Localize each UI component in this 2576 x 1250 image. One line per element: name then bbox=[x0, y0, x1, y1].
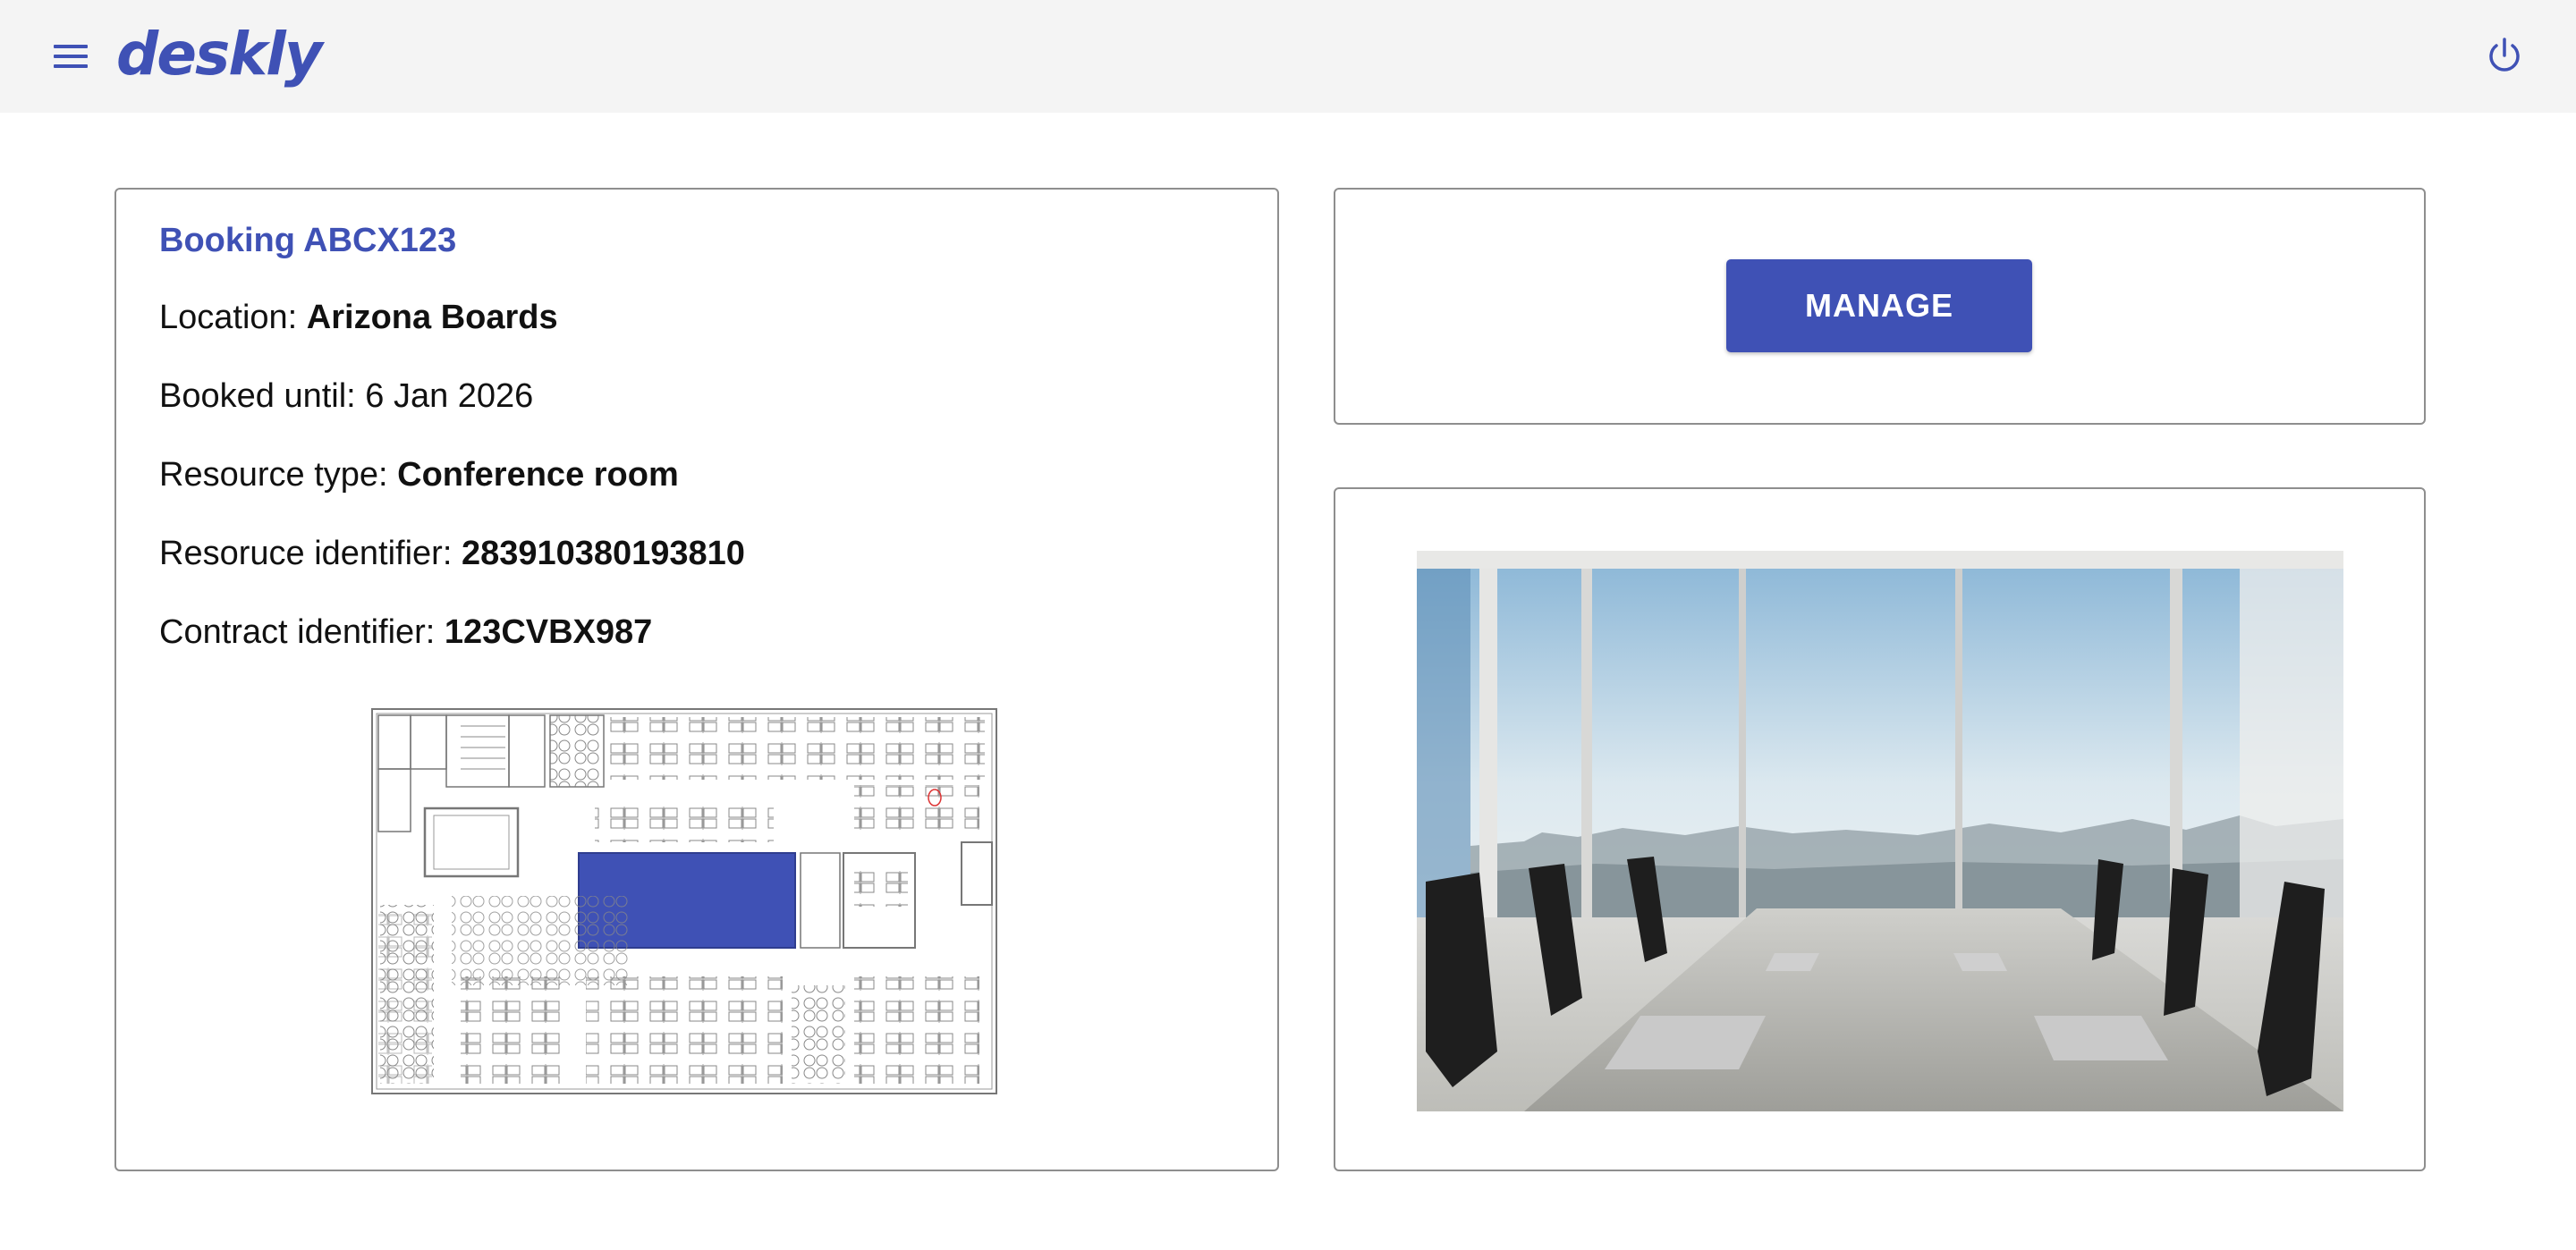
booking-details-card: Booking ABCX123 Location: Arizona Boards… bbox=[114, 188, 1279, 1171]
booked-until-row: Booked until: 6 Jan 2026 bbox=[159, 377, 533, 416]
floor-plan bbox=[371, 708, 997, 1094]
app-logo: deskly bbox=[116, 20, 323, 89]
resource-type-label: Resource type: bbox=[159, 456, 398, 494]
actions-card: MANAGE bbox=[1334, 188, 2426, 425]
conference-room-photo bbox=[1417, 551, 2343, 1111]
resource-type-row: Resource type: Conference room bbox=[159, 456, 679, 494]
contract-identifier-value: 123CVBX987 bbox=[444, 613, 653, 651]
resource-type-value: Conference room bbox=[397, 456, 679, 494]
app-header: deskly bbox=[0, 0, 2576, 113]
contract-identifier-label: Contract identifier: bbox=[159, 613, 445, 651]
contract-identifier-row: Contract identifier: 123CVBX987 bbox=[159, 613, 652, 652]
booked-until-label: Booked until: bbox=[159, 377, 366, 415]
resource-identifier-label: Resoruce identifier: bbox=[159, 535, 462, 572]
location-label: Location: bbox=[159, 299, 307, 336]
power-icon[interactable] bbox=[2483, 34, 2526, 77]
booking-title: Booking ABCX123 bbox=[159, 222, 457, 259]
location-value: Arizona Boards bbox=[306, 299, 558, 336]
manage-button[interactable]: MANAGE bbox=[1726, 259, 2032, 352]
resource-photo-card bbox=[1334, 487, 2426, 1171]
resource-identifier-value: 283910380193810 bbox=[461, 535, 745, 572]
menu-icon[interactable] bbox=[50, 36, 91, 77]
location-row: Location: Arizona Boards bbox=[159, 299, 558, 337]
booked-until-value: 6 Jan 2026 bbox=[365, 377, 534, 415]
resource-identifier-row: Resoruce identifier: 283910380193810 bbox=[159, 535, 745, 573]
